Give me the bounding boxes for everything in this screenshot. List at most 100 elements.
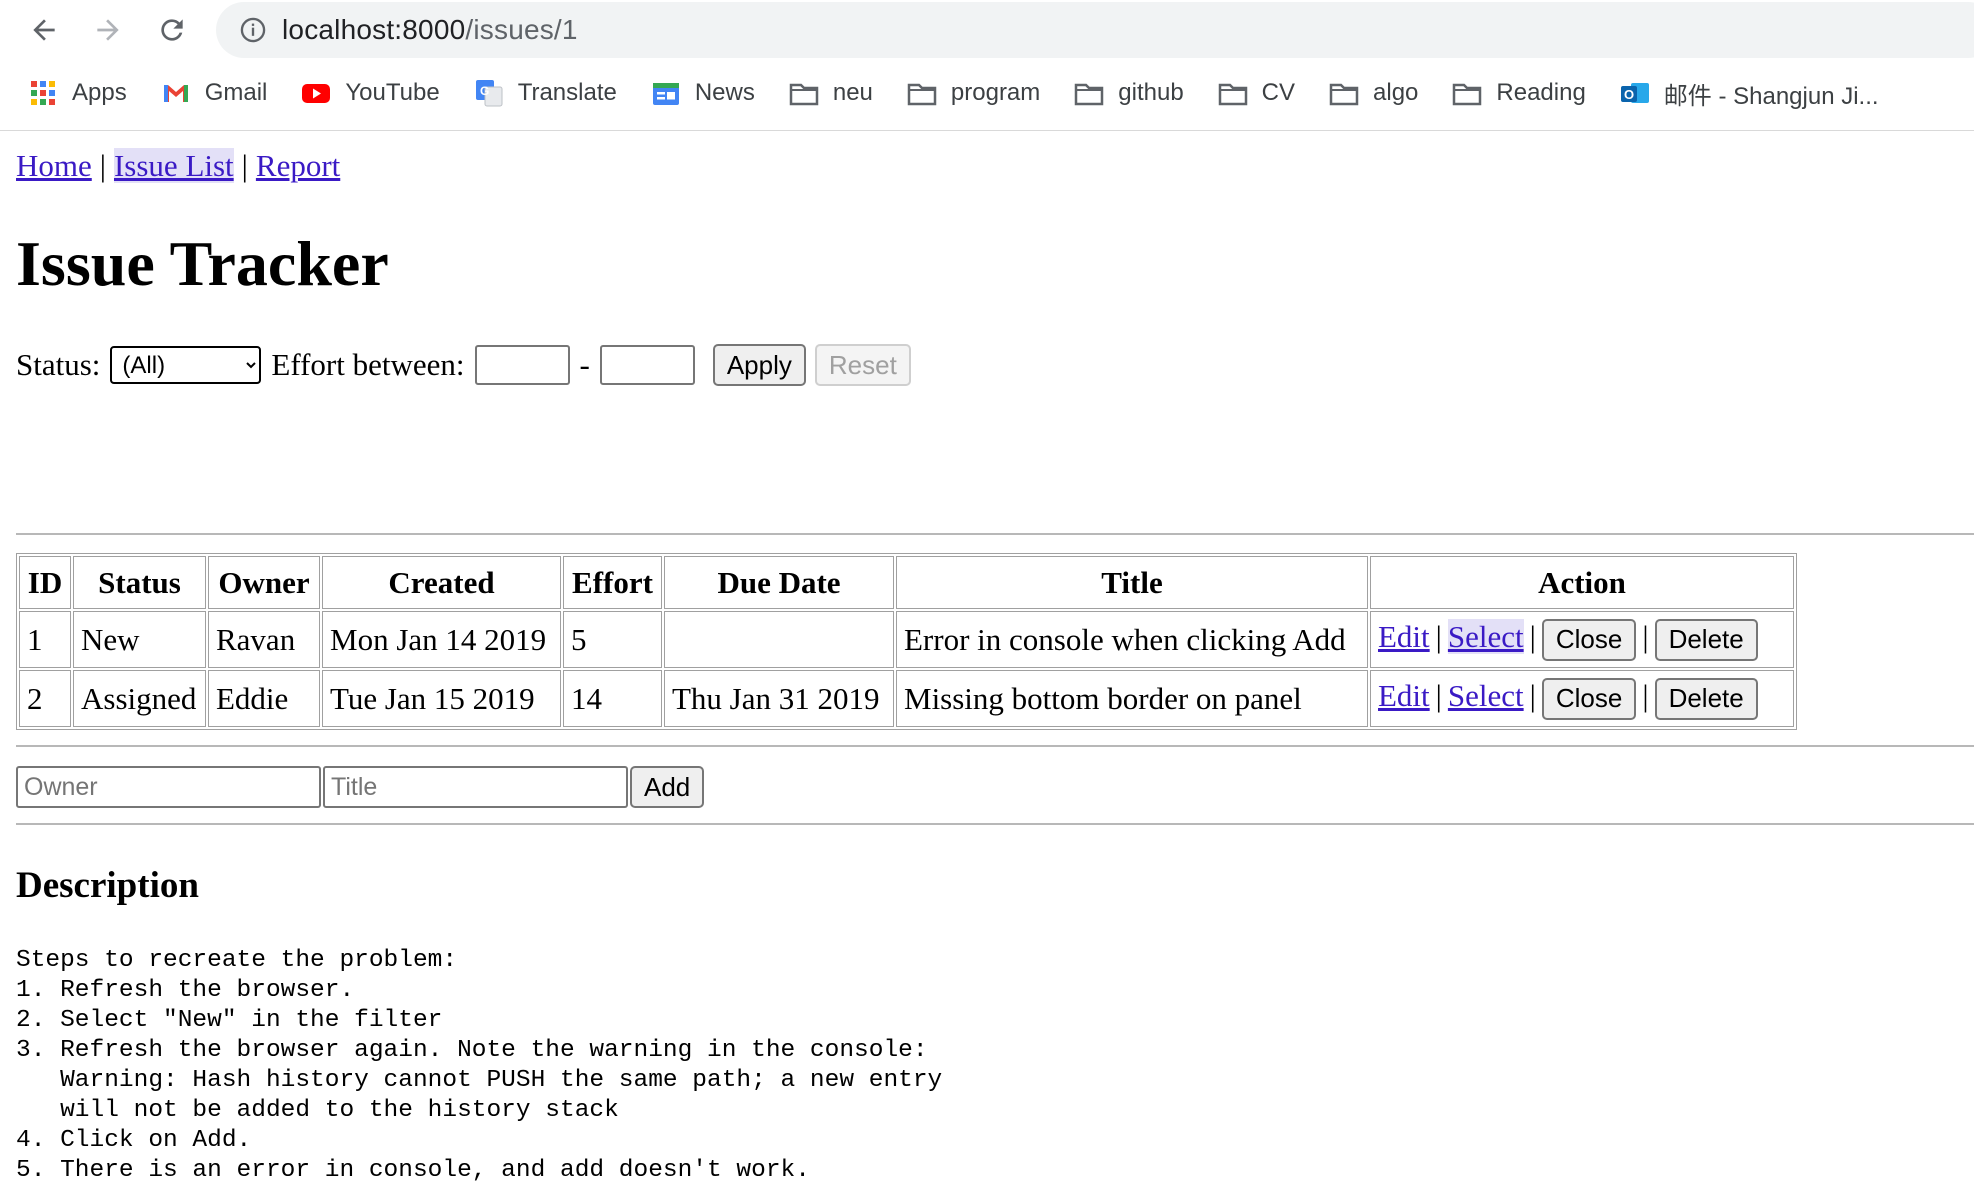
bookmark-program[interactable]: program	[907, 78, 1040, 108]
cell-title: Missing bottom border on panel	[896, 670, 1368, 727]
issue-table: ID Status Owner Created Effort Due Date …	[16, 553, 1797, 730]
status-filter-select[interactable]: (All)	[110, 346, 262, 384]
cell-actions: Edit | Select | Close | Delete	[1370, 611, 1794, 668]
bookmark-gmail[interactable]: Gmail	[161, 78, 268, 108]
back-button[interactable]	[24, 10, 64, 50]
folder-icon	[1329, 78, 1359, 108]
folder-icon	[1074, 78, 1104, 108]
nav-separator: |	[241, 148, 248, 183]
address-bar[interactable]: localhost:8000/issues/1	[216, 2, 1974, 58]
browser-toolbar: localhost:8000/issues/1	[0, 0, 1974, 62]
close-issue-button[interactable]: Close	[1541, 677, 1637, 720]
translate-icon: G	[474, 78, 504, 108]
owner-input[interactable]	[16, 766, 321, 808]
column-header-title: Title	[896, 556, 1368, 609]
status-filter-label: Status:	[16, 347, 101, 382]
cell-effort: 5	[563, 611, 662, 668]
browser-chrome: localhost:8000/issues/1 Apps Gmail YouTu…	[0, 0, 1974, 131]
divider	[16, 533, 1974, 535]
nav-home-link[interactable]: Home	[16, 148, 92, 183]
url-path: /issues/1	[465, 14, 578, 45]
column-header-status: Status	[73, 556, 206, 609]
bookmark-youtube[interactable]: YouTube	[301, 78, 440, 108]
table-row: 1 New Ravan Mon Jan 14 2019 5 Error in c…	[19, 611, 1794, 668]
apply-filter-button[interactable]: Apply	[712, 344, 806, 386]
bookmark-label: CV	[1261, 79, 1296, 106]
forward-button[interactable]	[88, 10, 128, 50]
divider	[16, 823, 1974, 825]
table-row: 2 Assigned Eddie Tue Jan 15 2019 14 Thu …	[19, 670, 1794, 727]
cell-created: Mon Jan 14 2019	[322, 611, 561, 668]
folder-icon	[789, 78, 819, 108]
select-link[interactable]: Select	[1448, 678, 1524, 713]
table-header-row: ID Status Owner Created Effort Due Date …	[19, 556, 1794, 609]
bookmark-news[interactable]: News	[651, 78, 755, 108]
effort-range-dash: -	[579, 347, 590, 382]
bookmark-label: News	[694, 79, 755, 106]
forward-arrow-icon	[97, 19, 119, 41]
add-issue-form: Add	[16, 766, 705, 808]
action-separator: |	[1642, 677, 1649, 713]
column-header-owner: Owner	[208, 556, 320, 609]
action-separator: |	[1435, 618, 1442, 654]
cell-actions: Edit | Select | Close | Delete	[1370, 670, 1794, 727]
folder-icon	[907, 78, 937, 108]
action-separator: |	[1529, 618, 1536, 654]
cell-status: New	[73, 611, 206, 668]
add-issue-button[interactable]: Add	[630, 766, 705, 808]
bookmark-label: github	[1118, 79, 1184, 106]
description-text: Steps to recreate the problem: 1. Refres…	[16, 947, 943, 1184]
bookmark-label: 邮件 - Shangjun Ji...	[1663, 82, 1879, 110]
delete-issue-button[interactable]: Delete	[1654, 618, 1758, 661]
url-host: localhost:8000	[282, 14, 466, 45]
folder-icon	[1452, 78, 1482, 108]
column-header-created: Created	[322, 556, 561, 609]
cell-id: 1	[19, 611, 71, 668]
cell-created: Tue Jan 15 2019	[322, 670, 561, 727]
address-url: localhost:8000/issues/1	[282, 14, 578, 46]
effort-max-input[interactable]	[599, 345, 695, 385]
bookmarks-bar: Apps Gmail YouTube G Translate News neu …	[0, 70, 1974, 116]
bookmark-cv[interactable]: CV	[1218, 78, 1295, 108]
edit-link[interactable]: Edit	[1378, 678, 1430, 713]
bookmark-github[interactable]: github	[1074, 78, 1184, 108]
cell-owner: Ravan	[208, 611, 320, 668]
title-input[interactable]	[323, 766, 628, 808]
bookmark-label: Reading	[1496, 79, 1586, 106]
bookmark-label: Gmail	[204, 79, 268, 106]
bookmark-label: YouTube	[345, 79, 440, 106]
bookmark-neu[interactable]: neu	[789, 78, 873, 108]
effort-min-input[interactable]	[474, 345, 570, 385]
reload-button[interactable]	[152, 10, 192, 50]
bookmark-label: Translate	[517, 79, 617, 106]
nav-issue-list-link[interactable]: Issue List	[113, 148, 234, 183]
close-issue-button[interactable]: Close	[1541, 618, 1637, 661]
bookmark-label: neu	[832, 79, 873, 106]
site-info-icon[interactable]	[238, 15, 268, 45]
column-header-due-date: Due Date	[664, 556, 894, 609]
svg-text:G: G	[480, 84, 489, 98]
description-heading: Description	[16, 865, 199, 906]
cell-owner: Eddie	[208, 670, 320, 727]
bookmark-label: Apps	[72, 79, 127, 106]
issue-filter: Status: (All) Effort between: - Apply Re…	[16, 344, 911, 386]
cell-due-date	[664, 611, 894, 668]
bookmark-algo[interactable]: algo	[1329, 78, 1418, 108]
outlook-icon: O	[1620, 78, 1650, 108]
nav-report-link[interactable]: Report	[256, 148, 340, 183]
bookmark-translate[interactable]: G Translate	[474, 78, 617, 108]
action-separator: |	[1642, 618, 1649, 654]
effort-filter-label: Effort between:	[271, 347, 465, 382]
reload-icon	[161, 19, 183, 41]
bookmark-apps[interactable]: Apps	[28, 78, 127, 108]
bookmark-outlook[interactable]: O 邮件 - Shangjun Ji...	[1620, 76, 1879, 111]
action-separator: |	[1435, 677, 1442, 713]
edit-link[interactable]: Edit	[1378, 619, 1430, 654]
divider	[16, 745, 1974, 747]
reset-filter-button[interactable]: Reset	[814, 344, 911, 386]
svg-text:O: O	[1624, 87, 1634, 102]
bookmark-reading[interactable]: Reading	[1452, 78, 1586, 108]
delete-issue-button[interactable]: Delete	[1654, 677, 1758, 720]
top-navigation: Home | Issue List | Report	[16, 148, 340, 184]
select-link[interactable]: Select	[1447, 618, 1524, 654]
